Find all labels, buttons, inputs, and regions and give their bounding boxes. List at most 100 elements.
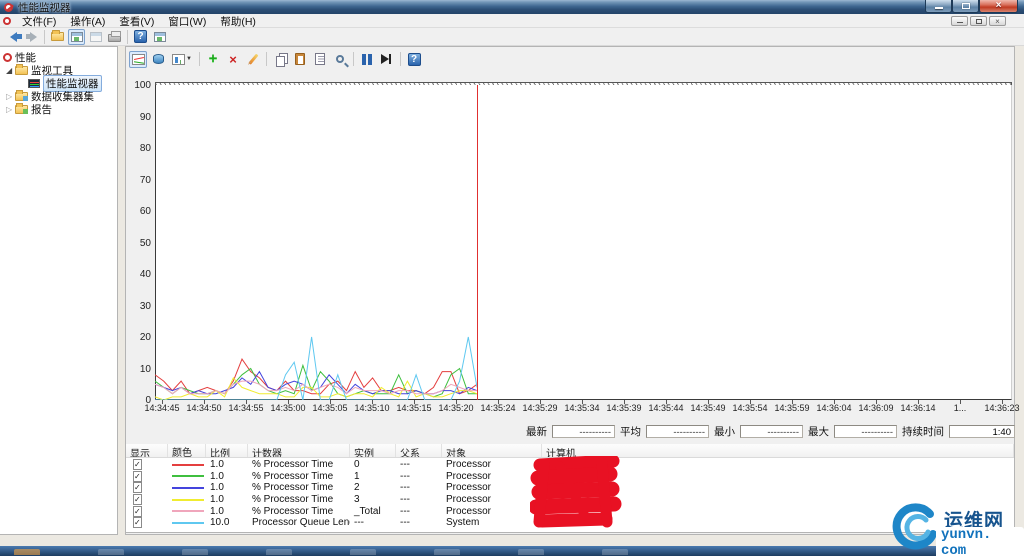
show-console-tree-button[interactable] [68,29,85,45]
cell-parent: --- [396,482,442,493]
change-graph-type-button[interactable]: ▼ [169,51,195,68]
zoom-button[interactable] [331,51,349,68]
copy-properties-button[interactable] [271,51,289,68]
export-list-button[interactable] [87,29,104,45]
menu-帮助[interactable]: 帮助(H) [213,16,263,28]
column-instance[interactable]: 实例 [350,444,396,457]
taskbar-sliver[interactable] [0,546,1024,556]
taskbar-item[interactable] [182,549,208,555]
minimize-icon [935,7,943,9]
column-parent[interactable]: 父系 [396,444,442,457]
window-bottom-edge [0,535,1024,546]
cell-show: ✓ [126,471,168,482]
toolbar-separator [353,52,354,66]
duration-value: 1:40 [949,425,1015,438]
show-checkbox[interactable]: ✓ [133,459,142,470]
restore-button[interactable] [952,0,979,13]
show-checkbox[interactable]: ✓ [133,471,142,482]
cell-instance: 2 [350,482,396,493]
paste-counter-list-button[interactable] [291,51,309,68]
properties-button[interactable] [311,51,329,68]
chart-help-button[interactable]: ? [405,51,423,68]
counter-color-line [172,522,204,524]
back-button[interactable] [4,29,21,45]
help-icon: ? [134,30,147,43]
folder-icon [15,92,28,101]
cell-show: ✓ [126,482,168,493]
collapsed-arrow-icon[interactable]: ▷ [6,105,15,114]
performance-icon [3,53,12,62]
column-show[interactable]: 显示 [126,444,168,457]
child-minimize-button[interactable] [951,16,968,26]
perfmon-app-icon [4,3,13,12]
add-icon: + [209,52,218,66]
latest-label: 最新 [526,424,547,439]
menu-窗口[interactable]: 窗口(W) [161,16,213,28]
column-object[interactable]: 对象 [442,444,542,457]
highlight-button[interactable] [244,51,262,68]
y-axis-label: 20 [116,332,151,343]
redaction-scribble [530,456,625,534]
folder-icon [51,32,64,41]
delete-icon: × [229,52,237,67]
taskbar-item[interactable] [602,549,628,555]
taskbar-item[interactable] [350,549,376,555]
help-button[interactable]: ? [132,29,149,45]
copy-icon [276,56,285,67]
cell-instance: 1 [350,471,396,482]
console-app-icon [3,17,11,25]
child-close-button[interactable]: × [989,16,1006,26]
view-current-activity-button[interactable] [129,51,147,68]
taskbar-item[interactable] [434,549,460,555]
column-color[interactable]: 颜色 [168,444,206,457]
minimize-button[interactable] [925,0,952,13]
maximum-value: ---------- [834,425,897,438]
watermark: 运维网 yunvn. com [886,500,1024,552]
cell-scale: 1.0 [206,482,248,493]
dropdown-arrow-icon: ▼ [186,56,192,62]
cell-scale: 1.0 [206,471,248,482]
cell-counter: % Processor Time [248,471,350,482]
cell-counter: Processor Queue Length [248,517,350,528]
counter-color-line [172,464,204,466]
menu-文件[interactable]: 文件(F) [15,16,63,28]
y-axis-label: 40 [116,269,151,280]
show-action-pane-button[interactable] [151,29,168,45]
update-data-button[interactable] [378,51,396,68]
menu-操作[interactable]: 操作(A) [63,16,112,28]
child-minimize-icon [957,22,963,24]
pause-icon [362,54,366,65]
cell-parent: --- [396,459,442,470]
column-counter[interactable]: 计数器 [248,444,350,457]
taskbar-item[interactable] [518,549,544,555]
watermark-site-url: yunvn. com [936,527,1024,556]
menu-查看[interactable]: 查看(V) [112,16,161,28]
taskbar-item[interactable] [266,549,292,555]
show-checkbox[interactable]: ✓ [133,494,142,505]
forward-button[interactable] [23,29,40,45]
delete-counter-button[interactable]: × [224,51,242,68]
show-checkbox[interactable]: ✓ [133,517,142,528]
open-saved-console-button[interactable] [49,29,66,45]
column-scale[interactable]: 比例 [206,444,248,457]
print-button[interactable] [106,29,123,45]
freeze-display-button[interactable] [358,51,376,68]
taskbar-item[interactable] [98,549,124,555]
show-checkbox[interactable]: ✓ [133,506,142,517]
graph-type-icon [172,54,185,65]
menu-bar: 文件(F)操作(A)查看(V)窗口(W)帮助(H) × [0,14,1024,28]
child-restore-button[interactable] [970,16,987,26]
x-axis-label: 14:36:23 [977,403,1024,413]
add-counter-button[interactable]: + [204,51,222,68]
view-log-data-button[interactable] [149,51,167,68]
cell-counter: % Processor Time [248,506,350,517]
properties-icon [315,53,325,65]
expanded-arrow-icon[interactable]: ◢ [6,66,15,75]
show-checkbox[interactable]: ✓ [133,482,142,493]
collapsed-arrow-icon[interactable]: ▷ [6,92,15,101]
cell-parent: --- [396,471,442,482]
taskbar-item[interactable] [14,549,40,555]
cell-color [168,475,206,477]
tree-item-reports[interactable]: ▷ 报告 [6,103,52,116]
close-button[interactable]: × [979,0,1018,13]
